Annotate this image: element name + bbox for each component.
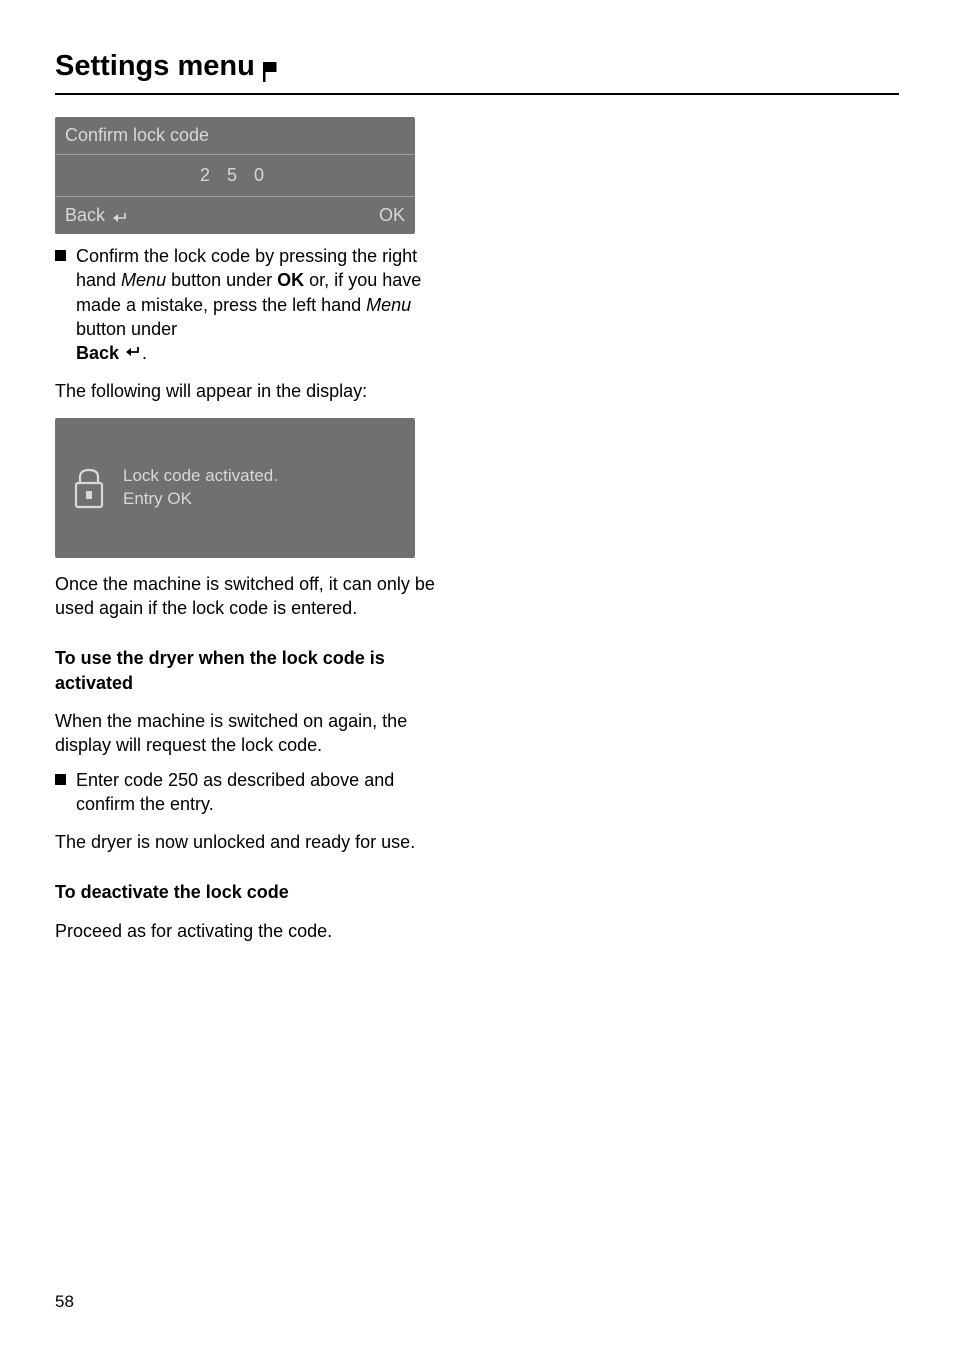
subheading-use-dryer: To use the dryer when the lock code is a… [55, 646, 455, 695]
padlock-icon [69, 467, 109, 509]
enter-arrow-icon [124, 341, 142, 355]
square-bullet-icon [55, 250, 66, 261]
lock-text: Lock code activated. Entry OK [123, 465, 278, 511]
bullet-confirm-code: Confirm the lock code by pressing the ri… [55, 244, 455, 365]
display-back-button: Back [65, 205, 129, 226]
display-ok-button: OK [379, 205, 405, 226]
square-bullet-icon [55, 774, 66, 785]
flag-icon [263, 57, 277, 77]
display-code: 2 5 0 [55, 155, 415, 196]
display-title: Confirm lock code [55, 117, 415, 155]
paragraph: Proceed as for activating the code. [55, 919, 455, 943]
subheading-deactivate: To deactivate the lock code [55, 880, 455, 904]
paragraph: Once the machine is switched off, it can… [55, 572, 455, 621]
paragraph: The following will appear in the display… [55, 379, 455, 403]
page-number: 58 [55, 1292, 74, 1312]
bullet-text: Enter code 250 as described above and co… [76, 768, 455, 817]
paragraph: The dryer is now unlocked and ready for … [55, 830, 455, 854]
heading-text: Settings menu [55, 50, 255, 83]
bullet-enter-code: Enter code 250 as described above and co… [55, 768, 455, 817]
display-buttons-row: Back OK [55, 196, 415, 234]
bullet-text: Confirm the lock code by pressing the ri… [76, 244, 455, 365]
paragraph: When the machine is switched on again, t… [55, 709, 455, 758]
enter-arrow-icon [111, 209, 129, 223]
display-confirm-code: Confirm lock code 2 5 0 Back OK [55, 117, 415, 234]
page-title: Settings menu [55, 50, 899, 95]
content-column: Confirm lock code 2 5 0 Back OK Confirm … [55, 117, 455, 943]
back-label: Back [65, 205, 105, 226]
display-lock-activated: Lock code activated. Entry OK [55, 418, 415, 558]
